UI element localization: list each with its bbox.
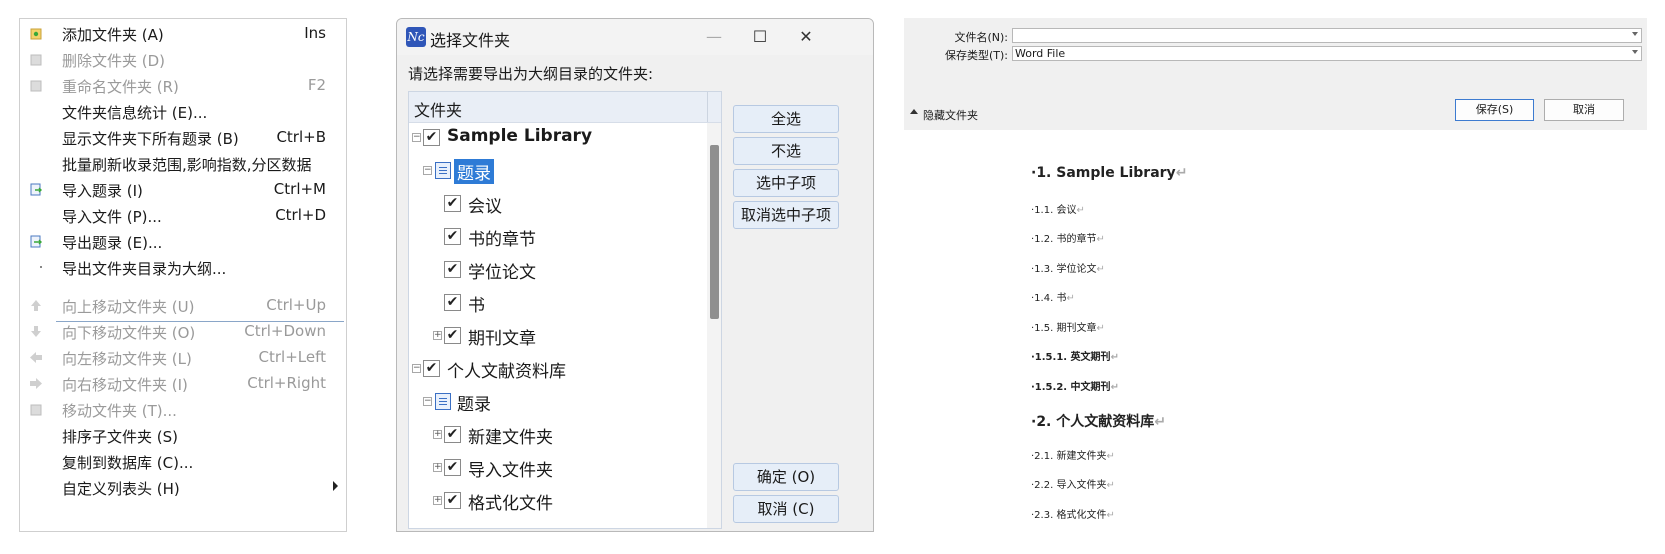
save-button[interactable]: 保存(S) (1455, 99, 1534, 121)
arrow-up-icon (31, 300, 41, 311)
outline-heading-2: ·2.1. 新建文件夹↵ (1031, 451, 1115, 462)
expand-icon[interactable]: + (433, 463, 442, 472)
filename-label: 文件名(N): (954, 31, 1008, 44)
select-folder-dialog: Nc 选择文件夹 — ☐ ✕ 请选择需要导出为大纲目录的文件夹: 文件夹 − ✔… (396, 18, 874, 532)
checkbox[interactable]: ✔ (444, 492, 461, 509)
outline-heading-2: ·1.4. 书↵ (1031, 293, 1075, 304)
export-records-icon (30, 235, 42, 248)
menu-item-show-all-records[interactable]: 显示文件夹下所有题录 (B) Ctrl+B (20, 124, 346, 151)
filename-input[interactable] (1012, 28, 1642, 43)
folder-delete-icon (30, 54, 42, 66)
close-button[interactable]: ✕ (783, 19, 829, 55)
menu-item-move-up[interactable]: 向上移动文件夹 (U) Ctrl+Up (20, 292, 346, 319)
outline-heading-2: ·1.2. 书的章节↵ (1031, 234, 1105, 245)
outline-heading-2: ·1.3. 学位论文↵ (1031, 264, 1105, 275)
save-file-panel: 文件名(N): 保存类型(T): Word File 隐藏文件夹 保存(S) 取… (904, 18, 1647, 130)
app-logo-icon: Nc (406, 27, 426, 47)
checkbox[interactable]: ✔ (444, 459, 461, 476)
outline-heading-3: ·1.5.2. 中文期刊↵ (1031, 382, 1119, 393)
record-list-icon (435, 393, 451, 410)
checkbox[interactable]: ✔ (423, 360, 440, 377)
menu-item-move-right[interactable]: 向右移动文件夹 (I) Ctrl+Right (20, 370, 346, 397)
ok-button[interactable]: 确定 (O) (733, 463, 839, 491)
checkbox[interactable]: ✔ (444, 426, 461, 443)
folder-rename-icon (30, 80, 42, 92)
menu-item-batch-refresh[interactable]: 批量刷新收录范围,影响指数,分区数据 (20, 150, 346, 177)
menu-item-rename-folder[interactable]: 重命名文件夹 (R) F2 (20, 72, 346, 99)
collapse-icon[interactable]: − (423, 397, 432, 406)
folder-add-icon (30, 28, 42, 40)
menu-item-sort-subfolders[interactable]: 排序子文件夹 (S) (20, 422, 346, 449)
minimize-button[interactable]: — (691, 19, 737, 55)
menu-item-export-records[interactable]: 导出题录 (E)... (20, 228, 346, 255)
outline-heading-3: ·1.5.1. 英文期刊↵ (1031, 352, 1119, 363)
record-list-icon (435, 162, 451, 179)
tree-scrollbar[interactable] (707, 123, 721, 528)
outline-heading-2: ·2.2. 导入文件夹↵ (1031, 480, 1115, 491)
chevron-up-icon[interactable] (910, 109, 918, 114)
arrow-right-icon (30, 378, 42, 389)
expand-icon[interactable]: + (433, 331, 442, 340)
deselect-children-button[interactable]: 取消选中子项 (733, 201, 839, 229)
outline-heading-1: ·1. Sample Library↵ (1031, 165, 1188, 181)
save-cancel-button[interactable]: 取消 (1544, 99, 1624, 121)
dialog-title: 选择文件夹 (430, 31, 511, 50)
menu-item-copy-to-database[interactable]: 复制到数据库 (C)... (20, 448, 346, 475)
checkbox[interactable]: ✔ (444, 294, 461, 311)
menu-item-import-records[interactable]: 导入题录 (I) Ctrl+M (20, 176, 346, 203)
folder-context-menu: 添加文件夹 (A) Ins 删除文件夹 (D) 重命名文件夹 (R) F2 文件… (19, 18, 347, 532)
select-none-button[interactable]: 不选 (733, 137, 839, 165)
menu-item-export-outline[interactable]: 导出文件夹目录为大纲... (20, 254, 346, 281)
collapse-icon[interactable]: − (423, 166, 432, 175)
menu-item-custom-columns[interactable]: 自定义列表头 (H) (20, 474, 346, 501)
file-type-label: 保存类型(T): (944, 49, 1008, 62)
expand-icon[interactable]: + (433, 496, 442, 505)
menu-item-move-left[interactable]: 向左移动文件夹 (L) Ctrl+Left (20, 344, 346, 371)
dropdown-arrow-icon[interactable] (1632, 50, 1638, 54)
select-children-button[interactable]: 选中子项 (733, 169, 839, 197)
folder-move-icon (30, 404, 42, 416)
checkbox[interactable]: ✔ (423, 129, 440, 146)
outline-heading-2: ·1.5. 期刊文章↵ (1031, 323, 1105, 334)
menu-item-add-folder[interactable]: 添加文件夹 (A) Ins (20, 20, 346, 47)
checkbox[interactable]: ✔ (444, 327, 461, 344)
maximize-button[interactable]: ☐ (737, 19, 783, 55)
checkbox[interactable]: ✔ (444, 195, 461, 212)
checkbox[interactable]: ✔ (444, 228, 461, 245)
outline-heading-2: ·1.1. 会议↵ (1031, 205, 1085, 216)
expand-icon[interactable]: + (433, 430, 442, 439)
dialog-prompt: 请选择需要导出为大纲目录的文件夹: (408, 65, 654, 83)
collapse-icon[interactable]: − (412, 364, 421, 373)
select-all-button[interactable]: 全选 (733, 105, 839, 133)
menu-item-delete-folder[interactable]: 删除文件夹 (D) (20, 46, 346, 73)
outline-heading-2: ·2.3. 格式化文件↵ (1031, 510, 1115, 521)
bullet-icon (40, 266, 42, 268)
menu-item-move-folder[interactable]: 移动文件夹 (T)... (20, 396, 346, 423)
menu-item-folder-stats[interactable]: 文件夹信息统计 (E)... (20, 98, 346, 125)
scrollbar-thumb[interactable] (710, 145, 719, 319)
outline-heading-1: ·2. 个人文献资料库↵ (1031, 414, 1166, 430)
tree-header: 文件夹 (409, 92, 721, 123)
hide-folders-toggle[interactable]: 隐藏文件夹 (923, 107, 978, 123)
menu-item-import-file[interactable]: 导入文件 (P)... Ctrl+D (20, 202, 346, 229)
arrow-down-icon (31, 326, 41, 337)
file-type-select[interactable]: Word File (1012, 46, 1642, 61)
checkbox[interactable]: ✔ (444, 261, 461, 278)
dropdown-arrow-icon[interactable] (1632, 32, 1638, 36)
cancel-button[interactable]: 取消 (C) (733, 495, 839, 523)
submenu-arrow-icon (333, 481, 338, 491)
menu-item-move-down[interactable]: 向下移动文件夹 (O) Ctrl+Down (20, 318, 346, 345)
arrow-left-icon (30, 352, 42, 363)
collapse-icon[interactable]: − (412, 133, 421, 142)
import-records-icon (30, 183, 42, 196)
dialog-titlebar[interactable]: Nc 选择文件夹 — ☐ ✕ (397, 19, 873, 55)
folder-tree[interactable]: 文件夹 − ✔ Sample Library − 题录 ✔ 会议 ✔ 书的章节 … (408, 91, 722, 529)
